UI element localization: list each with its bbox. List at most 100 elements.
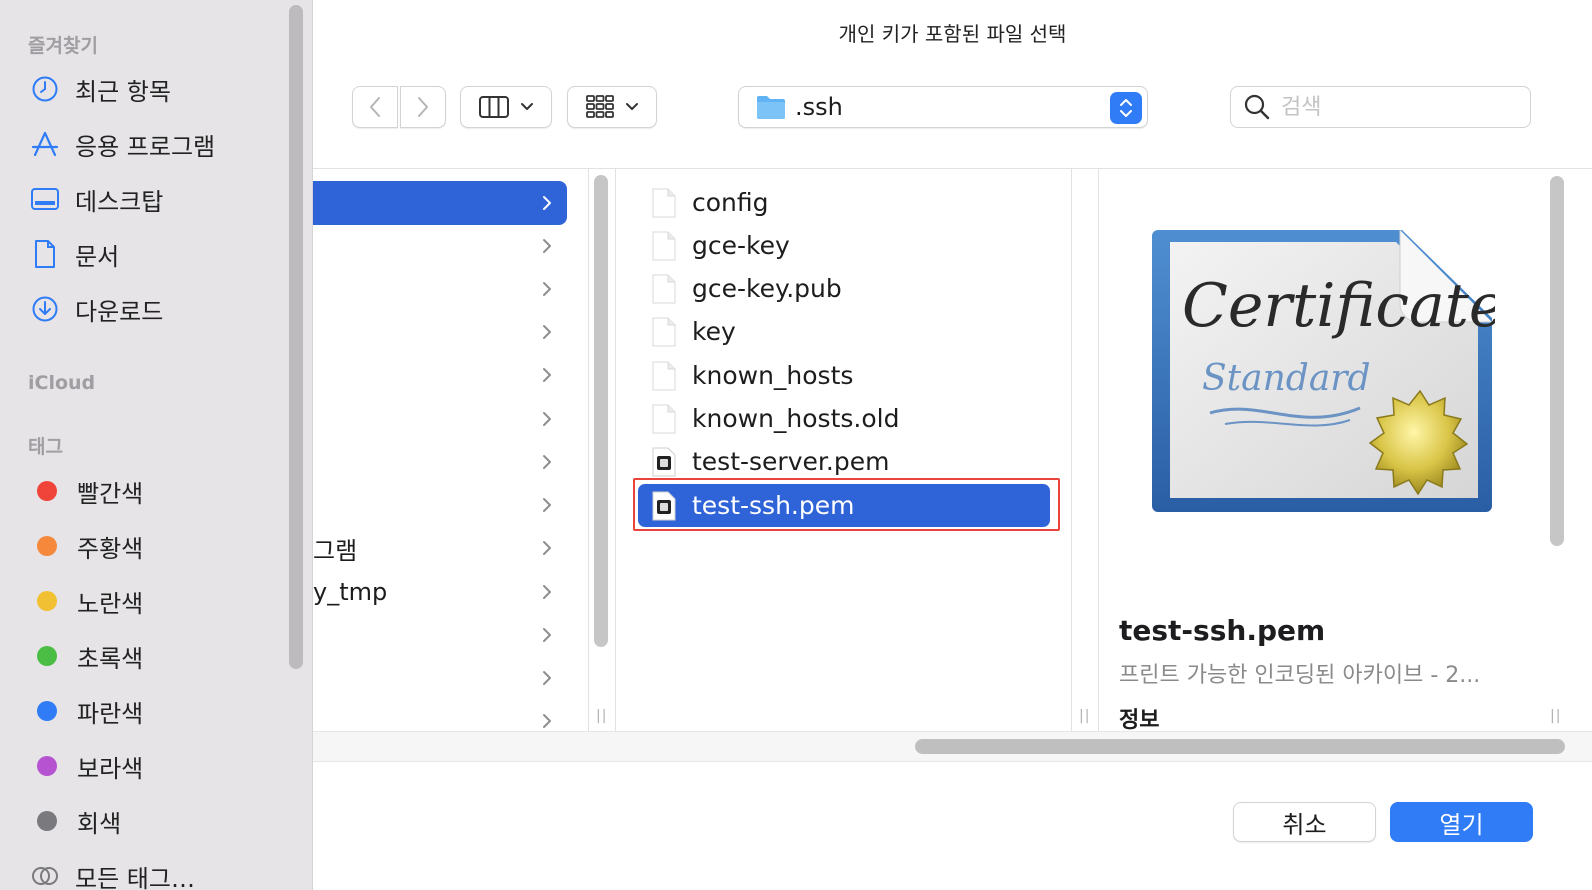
location-popup[interactable]: .ssh [738,86,1148,128]
desktop-icon [28,182,62,216]
column1-row[interactable] [313,483,567,527]
sidebar-item-label: 노란색 [77,589,144,618]
file-name: config [692,188,769,217]
sidebar-item-downloads[interactable]: 다운로드 [28,287,278,331]
sidebar-item-label: 데스크탑 [75,187,164,216]
sidebar-item-label: 다운로드 [75,297,164,326]
favorites-section-label: 즐겨찾기 [28,35,98,57]
file-row-known-hosts[interactable]: known_hosts [638,354,1050,397]
chevron-right-icon [537,234,557,258]
location-name: .ssh [795,93,843,121]
file-row-known-hosts-old[interactable]: known_hosts.old [638,397,1050,440]
sidebar-item-documents[interactable]: 문서 [28,232,278,276]
sidebar-item-label: 초록색 [77,644,144,673]
column1-resize-grip[interactable]: || [596,708,607,724]
open-button[interactable]: 열기 [1390,802,1533,842]
file-name: known_hosts [692,361,854,390]
sidebar-all-tags[interactable]: 모든 태그… [28,854,278,890]
view-mode-button[interactable] [460,86,552,128]
chevron-right-icon [537,666,557,690]
column1-row[interactable] [313,224,567,268]
certificate-script-subtitle: Standard [1202,358,1371,399]
column-divider [1071,169,1072,731]
column1-row[interactable]: y_tmp [313,570,567,614]
sidebar-item-desktop[interactable]: 데스크탑 [28,177,278,221]
sidebar-item-label: 응용 프로그램 [75,132,216,161]
sidebar-item-label: 모든 태그… [75,864,195,890]
folder-icon [757,96,785,119]
column-divider [615,169,616,731]
chevron-right-icon [537,191,557,215]
back-button[interactable] [352,86,398,128]
sidebar-item-label: 빨간색 [77,479,144,508]
sidebar-item-label: 회색 [77,809,122,838]
blank-file-icon [650,360,678,392]
preview-resize-grip[interactable]: || [1550,708,1561,724]
forward-button[interactable] [400,86,446,128]
sidebar-tag-blue[interactable]: 파란색 [28,689,278,733]
chevron-down-icon [521,103,533,110]
column1-row[interactable]: 그램 [313,526,567,570]
file-name: known_hosts.old [692,404,900,433]
file-row-key[interactable]: key [638,310,1050,353]
download-icon [28,292,62,326]
group-by-button[interactable] [567,86,657,128]
chevron-right-icon [537,277,557,301]
cancel-button[interactable]: 취소 [1233,802,1376,842]
sidebar-item-recents[interactable]: 최근 항목 [28,67,278,111]
file-row-gce-key[interactable]: gce-key [638,224,1050,267]
sidebar-scrollbar[interactable] [289,5,303,669]
file-row-gce-key-pub[interactable]: gce-key.pub [638,267,1050,310]
column1-row[interactable] [313,613,567,657]
file-row-test-server-pem[interactable]: test-server.pem [638,440,1050,483]
chevron-down-icon [626,103,638,110]
column1-row[interactable] [313,353,567,397]
column1-row[interactable] [313,699,567,731]
column1-row-selected[interactable] [313,181,567,225]
column1-row[interactable] [313,397,567,441]
chevron-right-icon [418,97,428,117]
column1-row[interactable] [313,656,567,700]
location-stepper[interactable] [1110,92,1142,124]
sidebar-tag-red[interactable]: 빨간색 [28,469,278,513]
pem-file-icon [650,490,678,522]
document-icon [28,237,62,271]
column1-scrollbar[interactable] [594,175,608,647]
browser-column-1: 그램 y_tmp [313,169,588,731]
file-row-config[interactable]: config [638,181,1050,224]
sidebar-tag-green[interactable]: 초록색 [28,634,278,678]
purple-tag-dot-icon [37,756,57,776]
certificate-script-title: Certificate [1182,271,1495,341]
sidebar-tag-orange[interactable]: 주황색 [28,524,278,568]
search-field[interactable] [1230,86,1531,128]
search-icon [1244,94,1270,120]
sidebar-tag-yellow[interactable]: 노란색 [28,579,278,623]
file-name: gce-key [692,231,790,260]
dialog-title: 개인 키가 포함된 파일 선택 [838,22,1067,46]
certificate-preview-icon: Certificate Standard [1152,230,1495,512]
sidebar-tag-purple[interactable]: 보라색 [28,744,278,788]
column2-resize-grip[interactable]: || [1079,708,1090,724]
icloud-section-label: iCloud [28,372,96,394]
all-tags-icon [28,859,62,890]
chevron-left-icon [370,97,380,117]
preview-scrollbar[interactable] [1550,176,1564,546]
column1-row[interactable] [313,267,567,311]
blank-file-icon [650,316,678,348]
file-name: gce-key.pub [692,274,842,303]
sidebar-tag-gray[interactable]: 회색 [28,799,278,843]
file-name: test-server.pem [692,447,890,476]
clock-icon [28,72,62,106]
column1-row[interactable] [313,440,567,484]
columns-view-icon [479,96,509,118]
up-down-chevron-icon [1120,99,1132,117]
grid-icon [586,95,614,118]
horizontal-scrollbar-thumb[interactable] [915,739,1565,754]
file-row-test-ssh-pem-selected[interactable]: test-ssh.pem [638,484,1050,527]
file-name: test-ssh.pem [692,491,855,520]
search-input[interactable] [1281,94,1501,120]
sidebar-item-label: 파란색 [77,699,144,728]
column1-row[interactable] [313,310,567,354]
column-divider [588,169,589,731]
sidebar-item-applications[interactable]: 응용 프로그램 [28,122,278,166]
